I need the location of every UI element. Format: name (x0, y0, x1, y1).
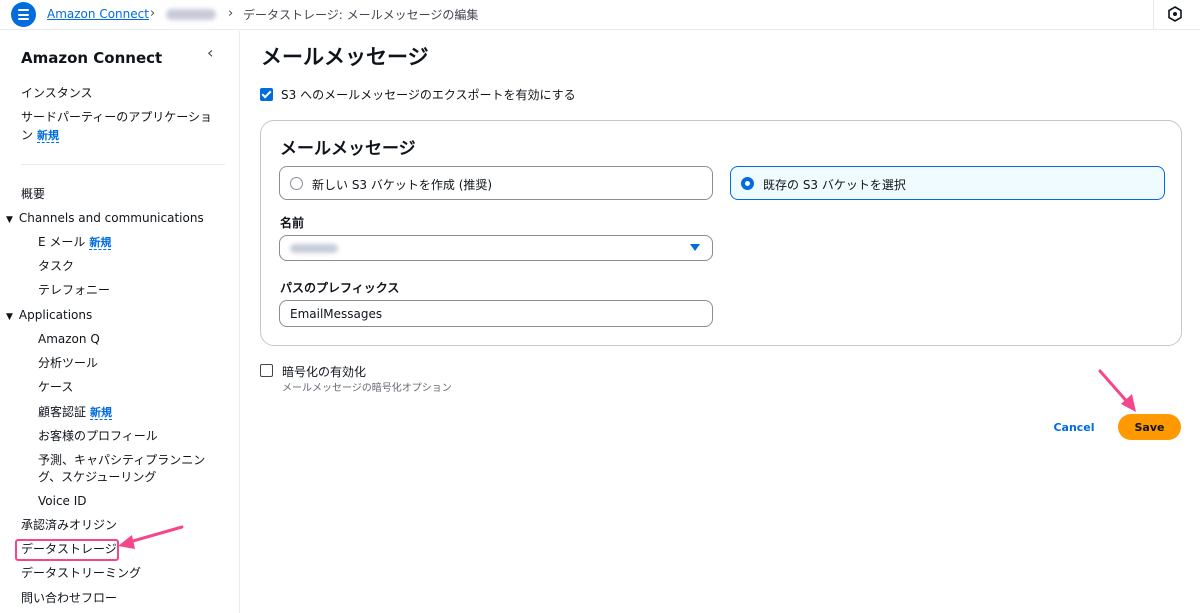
divider (1153, 0, 1154, 30)
sidebar-item-instances[interactable]: インスタンス (21, 85, 93, 102)
sidebar-item-telephony[interactable]: テレフォニー (38, 282, 110, 299)
breadcrumb-current-page: データストレージ: メールメッセージの編集 (243, 8, 479, 22)
sidebar-item-voice-id[interactable]: Voice ID (38, 493, 87, 510)
collapse-sidebar-icon[interactable]: ‹ (207, 43, 213, 62)
new-badge: 新規 (37, 129, 60, 143)
sidebar-item-tasks[interactable]: タスク (38, 258, 74, 275)
sidebar-section-applications[interactable]: ▼ Applications (6, 307, 92, 326)
sidebar-item-customer-profiles[interactable]: お客様のプロフィール (38, 428, 158, 445)
menu-icon[interactable] (11, 2, 36, 27)
option-label: 既存の S3 バケットを選択 (763, 178, 906, 192)
sidebar-title: Amazon Connect (21, 49, 163, 67)
radio-button-selected[interactable] (741, 177, 754, 190)
annotation-highlight-box (15, 539, 119, 561)
sidebar-item-analytics[interactable]: 分析ツール (38, 355, 98, 372)
top-navigation-bar: Amazon Connect › › データストレージ: メールメッセージの編集 (0, 0, 1200, 30)
encryption-label[interactable]: 暗号化の有効化 (282, 363, 366, 380)
radio-button[interactable] (290, 177, 303, 190)
caret-down-icon: ▼ (6, 312, 13, 322)
sidebar-item-label: ン (21, 128, 34, 142)
sidebar-item-contact-flows[interactable]: 問い合わせフロー (21, 590, 117, 607)
name-label: 名前 (280, 216, 305, 230)
export-checkbox[interactable] (260, 88, 273, 101)
sidebar-item-third-party-apps[interactable]: サードパーティーのアプリケーショ (21, 109, 212, 126)
sidebar-item-data-streaming[interactable]: データストリーミング (21, 565, 141, 582)
caret-down-icon (690, 244, 700, 251)
encryption-description: メールメッセージの暗号化オプション (282, 383, 452, 394)
selected-bucket-redacted (290, 244, 338, 253)
sidebar-divider (21, 164, 225, 165)
sidebar-section-channels[interactable]: ▼ Channels and communications (6, 210, 204, 229)
sidebar-item-approved-origins[interactable]: 承認済みオリジン (21, 517, 117, 534)
notifications-icon[interactable] (1167, 6, 1183, 22)
sidebar-item-forecasting[interactable]: 予測、キャパシティプランニン (38, 452, 205, 469)
chevron-right-icon: › (150, 6, 156, 21)
sidebar-item-amazon-q[interactable]: Amazon Q (38, 331, 100, 348)
sidebar-item-forecasting-cont[interactable]: グ、スケジューリング (38, 469, 156, 486)
sidebar-item-overview[interactable]: 概要 (21, 186, 45, 203)
option-new-bucket[interactable]: 新しい S3 バケットを作成 (推奨) (279, 166, 713, 200)
page-title: メールメッセージ (261, 45, 429, 69)
new-badge: 新規 (89, 236, 112, 250)
side-navigation: Amazon Connect ‹ インスタンス サードパーティーのアプリケーショ… (0, 31, 240, 613)
email-messages-container: メールメッセージ 新しい S3 バケットを作成 (推奨) 既存の S3 バケット… (260, 120, 1182, 346)
sidebar-item-email[interactable]: E メール 新規 (38, 234, 112, 251)
new-badge: 新規 (90, 406, 113, 420)
bucket-name-select[interactable] (279, 235, 713, 261)
export-checkbox-label[interactable]: S3 へのメールメッセージのエクスポートを有効にする (281, 86, 576, 103)
sidebar-section-label: Applications (18, 308, 93, 322)
chevron-right-icon: › (228, 6, 234, 21)
encryption-checkbox[interactable] (260, 364, 273, 377)
breadcrumb-amazon-connect[interactable]: Amazon Connect (47, 7, 149, 21)
sidebar-item-customer-auth[interactable]: 顧客認証 新規 (38, 404, 113, 421)
sidebar-item-cases[interactable]: ケース (38, 379, 73, 396)
breadcrumb-instance-redacted[interactable] (166, 9, 216, 20)
annotation-arrow-save (1098, 369, 1136, 412)
option-label: 新しい S3 バケットを作成 (推奨) (312, 178, 493, 192)
option-existing-bucket[interactable]: 既存の S3 バケットを選択 (730, 166, 1165, 200)
save-button[interactable]: Save (1118, 414, 1181, 440)
prefix-input[interactable] (279, 300, 713, 327)
section-title: メールメッセージ (280, 139, 416, 159)
sidebar-item-label: 顧客認証 (38, 405, 87, 419)
sidebar-item-third-party-apps-cont[interactable]: ン新規 (21, 127, 60, 144)
sidebar-item-label: E メール (38, 235, 86, 249)
sidebar-section-label: Channels and communications (18, 211, 204, 225)
prefix-label: パスのプレフィックス (280, 281, 400, 295)
caret-down-icon: ▼ (6, 215, 13, 225)
cancel-button[interactable]: Cancel (1046, 414, 1102, 440)
